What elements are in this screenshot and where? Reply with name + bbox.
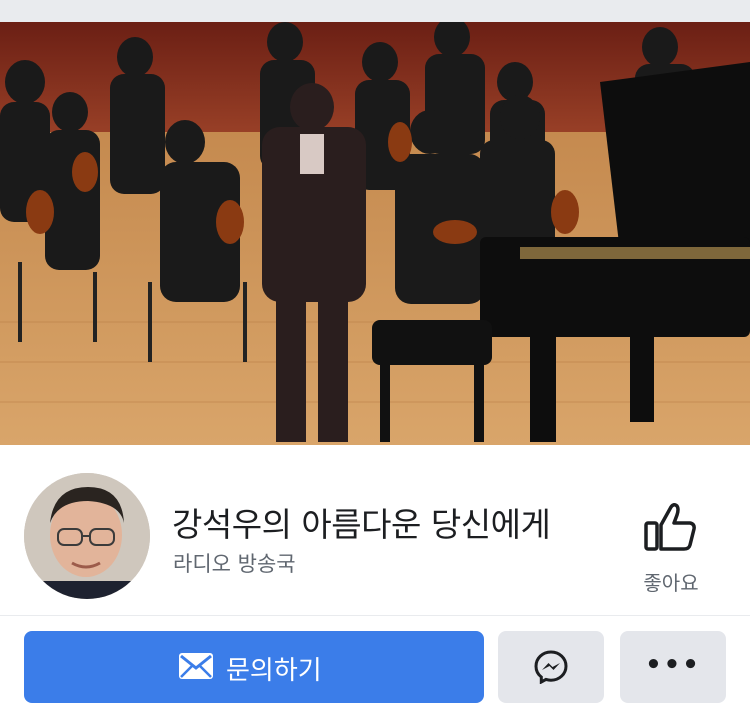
cover-photo-image [0, 22, 750, 445]
profile-photo [24, 473, 150, 599]
top-strip [0, 0, 750, 22]
contact-button[interactable]: 문의하기 [24, 631, 484, 703]
more-icon: ••• [645, 650, 701, 680]
page-title[interactable]: 강석우의 아름다운 당신에게 [172, 498, 551, 546]
page-header: 강석우의 아름다운 당신에게 라디오 방송국 좋아요 [0, 445, 750, 615]
envelope-icon [179, 653, 213, 679]
more-button[interactable]: ••• [620, 631, 726, 703]
contact-button-label: 문의하기 [226, 656, 322, 686]
messenger-button[interactable] [498, 631, 604, 703]
thumbs-up-icon [644, 502, 696, 551]
page-category[interactable]: 라디오 방송국 [173, 548, 296, 578]
cover-photo[interactable] [0, 22, 750, 445]
action-bar: 문의하기 ••• [0, 616, 750, 713]
like-label: 좋아요 [643, 571, 699, 595]
messenger-icon [534, 650, 568, 684]
avatar[interactable] [24, 473, 150, 599]
like-button[interactable]: 좋아요 [628, 497, 714, 597]
